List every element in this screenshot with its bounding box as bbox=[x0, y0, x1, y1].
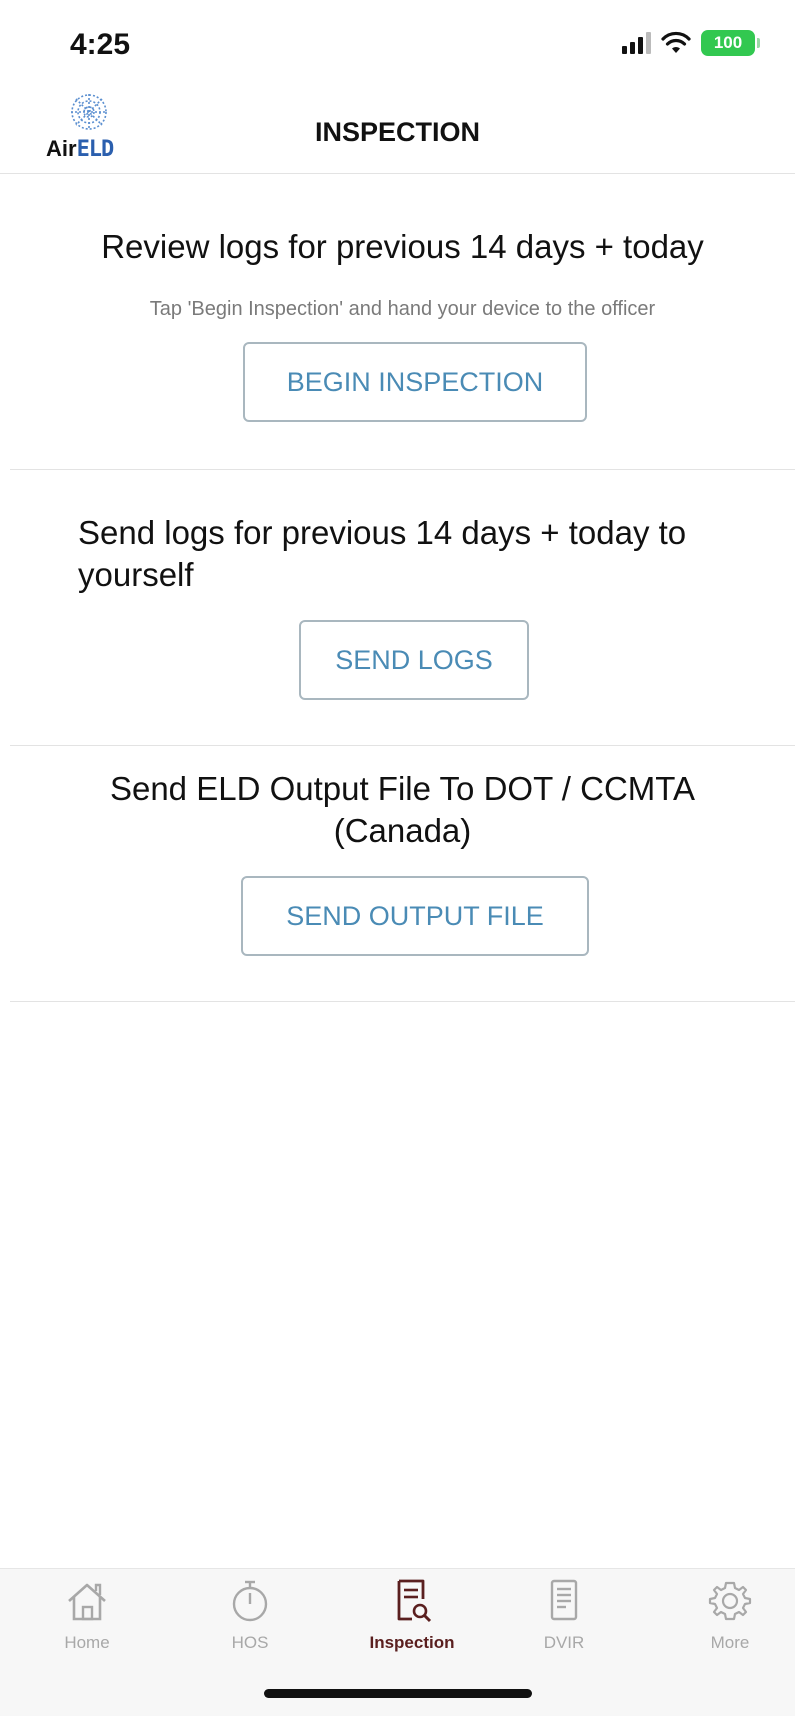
status-icons: 100 bbox=[622, 30, 760, 56]
page-title: INSPECTION bbox=[314, 117, 481, 147]
home-indicator bbox=[264, 1689, 532, 1698]
tab-home-label: Home bbox=[64, 1633, 110, 1652]
begin-inspection-button[interactable]: BEGIN INSPECTION bbox=[243, 342, 587, 422]
gear-icon bbox=[708, 1581, 752, 1621]
home-icon bbox=[68, 1583, 106, 1621]
review-logs-subtext: Tap 'Begin Inspection' and hand your dev… bbox=[149, 298, 656, 320]
wifi-icon bbox=[661, 31, 691, 53]
review-logs-section: Review logs for previous 14 days + today… bbox=[10, 174, 795, 470]
document-icon bbox=[550, 1579, 578, 1621]
tab-more-label: More bbox=[710, 1633, 750, 1652]
tab-hos-label: HOS bbox=[231, 1633, 269, 1652]
status-time: 4:25 bbox=[70, 28, 131, 61]
stopwatch-icon bbox=[232, 1580, 268, 1622]
send-output-file-button[interactable]: SEND OUTPUT FILE bbox=[241, 876, 589, 956]
review-logs-heading: Review logs for previous 14 days + today bbox=[101, 228, 704, 265]
send-logs-button[interactable]: SEND LOGS bbox=[299, 620, 529, 700]
tab-hos[interactable]: HOS bbox=[190, 1577, 310, 1677]
output-file-heading: Send ELD Output File To DOT / CCMTA (Can… bbox=[109, 770, 696, 849]
tab-dvir[interactable]: DVIR bbox=[504, 1577, 624, 1677]
inspection-icon bbox=[397, 1579, 432, 1623]
signal-icon bbox=[622, 32, 651, 54]
status-bar: 4:25 100 bbox=[0, 0, 795, 90]
tab-inspection[interactable]: Inspection bbox=[352, 1577, 472, 1677]
app-header: AirELD INSPECTION bbox=[0, 90, 795, 174]
output-file-section: Send ELD Output File To DOT / CCMTA (Can… bbox=[10, 746, 795, 1002]
tab-more[interactable]: More bbox=[670, 1577, 790, 1677]
battery-level: 100 bbox=[713, 33, 743, 52]
tab-inspection-label: Inspection bbox=[369, 1633, 455, 1652]
battery-icon: 100 bbox=[701, 30, 760, 56]
tab-dvir-label: DVIR bbox=[543, 1633, 585, 1652]
send-logs-heading: Send logs for previous 14 days + today t… bbox=[78, 514, 687, 593]
tab-home[interactable]: Home bbox=[27, 1577, 147, 1677]
send-logs-section: Send logs for previous 14 days + today t… bbox=[10, 470, 795, 746]
